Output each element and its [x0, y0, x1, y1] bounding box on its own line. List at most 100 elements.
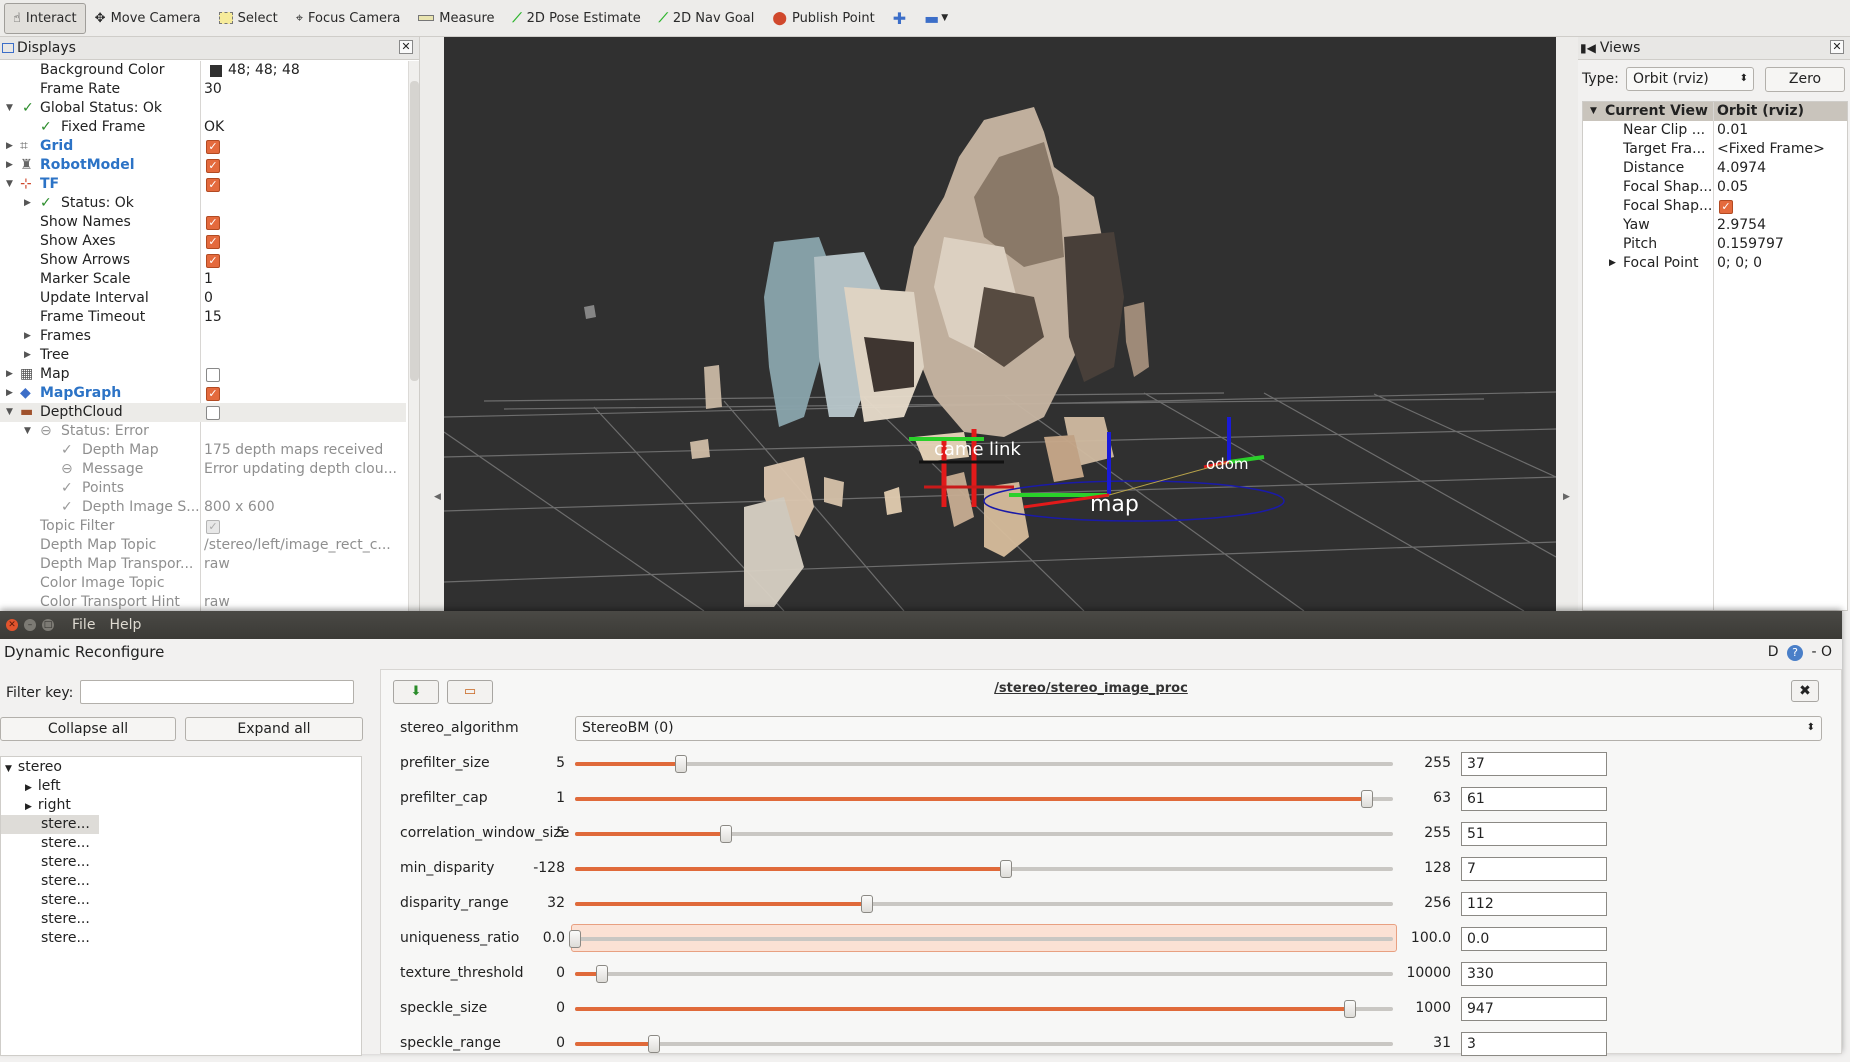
publish-point-tool[interactable]: ⬤ Publish Point [763, 3, 883, 34]
param-slider[interactable] [575, 860, 1393, 878]
tree-item-stereo[interactable]: ▼ stereo [5, 758, 62, 777]
measure-tool[interactable]: Measure [409, 3, 503, 34]
param-value-input[interactable]: 51 [1461, 822, 1607, 846]
grid-enabled-checkbox[interactable]: ✓ [206, 140, 220, 154]
topic-filter-checkbox[interactable]: ✓ [206, 520, 220, 534]
nav-goal-tool[interactable]: ⟋ 2D Nav Goal [650, 3, 764, 34]
close-node-button[interactable]: ✖ [1791, 680, 1819, 702]
current-view-row[interactable]: ▼ Current View Orbit (rviz) [1583, 102, 1847, 121]
display-row-depth-image-size[interactable]: ✓ Depth Image S... 800 x 600 [0, 498, 406, 517]
slider-handle[interactable] [1360, 790, 1373, 808]
tree-item[interactable]: stere... [41, 891, 90, 910]
tf-enabled-checkbox[interactable]: ✓ [206, 178, 220, 192]
display-row-frame-timeout[interactable]: Frame Timeout 15 [0, 308, 406, 327]
prop-row[interactable]: ▶ Focal Point 0; 0; 0 [1583, 254, 1847, 273]
param-value-input[interactable]: 3 [1461, 1032, 1607, 1056]
collapse-arrow-icon[interactable]: ▼ [5, 764, 12, 774]
view-type-select[interactable]: Orbit (rviz) ⬍ [1626, 67, 1754, 91]
collapse-arrow-icon[interactable]: ▼ [1590, 102, 1597, 121]
display-row-tf-status[interactable]: ▶ ✓ Status: Ok [0, 194, 406, 213]
display-row-frames[interactable]: ▶ Frames [0, 327, 406, 346]
display-row-tf[interactable]: ▼ ⊹ TF ✓ [0, 175, 406, 194]
collapse-arrow-icon[interactable]: ▼ [6, 99, 13, 118]
param-value-input[interactable]: 61 [1461, 787, 1607, 811]
render-3d-view[interactable]: came link map odom [444, 37, 1556, 611]
tree-item[interactable]: stere... [41, 929, 90, 948]
slider-handle[interactable] [648, 1035, 661, 1053]
scrollbar-thumb[interactable] [410, 81, 419, 381]
display-row-show-names[interactable]: Show Names ✓ [0, 213, 406, 232]
slider-handle[interactable] [569, 930, 581, 948]
collapse-all-button[interactable]: Collapse all [0, 717, 176, 741]
display-row-grid[interactable]: ▶ ⌗ Grid ✓ [0, 137, 406, 156]
param-slider[interactable] [575, 895, 1393, 913]
display-row-depthcloud[interactable]: ▼ ▬ DepthCloud [0, 403, 406, 422]
display-row-depthcloud-status[interactable]: ▼ ⊖ Status: Error [0, 422, 406, 441]
pose-estimate-tool[interactable]: ⟋ 2D Pose Estimate [504, 3, 650, 34]
prop-row[interactable]: Distance 4.0974 [1583, 159, 1847, 178]
depthcloud-enabled-checkbox[interactable] [206, 406, 220, 420]
param-slider[interactable] [575, 790, 1393, 808]
display-row-update-interval[interactable]: Update Interval 0 [0, 289, 406, 308]
expand-all-button[interactable]: Expand all [185, 717, 363, 741]
help-icon[interactable]: ? [1787, 645, 1804, 661]
show-names-checkbox[interactable]: ✓ [206, 216, 220, 230]
expand-arrow-icon[interactable]: ▶ [24, 346, 31, 365]
display-row-frame-rate[interactable]: Frame Rate 30 [0, 80, 406, 99]
prop-row[interactable]: Target Fra... <Fixed Frame> [1583, 140, 1847, 159]
tree-item[interactable]: stere... [41, 872, 90, 891]
stereo-algorithm-select[interactable]: StereoBM (0) ⬍ [575, 716, 1822, 741]
expand-arrow-icon[interactable]: ▶ [25, 802, 32, 812]
slider-handle[interactable] [675, 755, 688, 773]
param-slider[interactable] [575, 1000, 1393, 1018]
add-tool-button[interactable]: ✚ [884, 3, 915, 34]
filter-key-input[interactable] [80, 680, 354, 704]
robotmodel-enabled-checkbox[interactable]: ✓ [206, 159, 220, 173]
left-splitter[interactable]: ◀ [420, 37, 444, 611]
collapse-right-arrow-icon[interactable]: ▶ [1563, 492, 1570, 502]
show-arrows-checkbox[interactable]: ✓ [206, 254, 220, 268]
right-splitter[interactable]: ▶ [1556, 37, 1580, 611]
expand-arrow-icon[interactable]: ▶ [24, 194, 31, 213]
slider-handle[interactable] [1000, 860, 1013, 878]
prop-row[interactable]: Yaw 2.9754 [1583, 216, 1847, 235]
display-row-show-arrows[interactable]: Show Arrows ✓ [0, 251, 406, 270]
mapgraph-enabled-checkbox[interactable]: ✓ [206, 387, 220, 401]
display-row-message[interactable]: ⊖ Message Error updating depth clou... [0, 460, 406, 479]
window-controls-label[interactable]: - O [1811, 644, 1832, 660]
interact-tool[interactable]: ☝ Interact [4, 2, 86, 34]
display-row-marker-scale[interactable]: Marker Scale 1 [0, 270, 406, 289]
tree-item[interactable]: stere... [41, 910, 90, 929]
tree-item-left[interactable]: ▶ left [25, 777, 61, 796]
expand-arrow-icon[interactable]: ▶ [6, 156, 13, 175]
display-row-color-transport-hint[interactable]: Color Transport Hint raw [0, 593, 406, 611]
select-tool[interactable]: Select [210, 3, 287, 34]
expand-arrow-icon[interactable]: ▶ [24, 327, 31, 346]
zero-button[interactable]: Zero [1765, 67, 1845, 92]
close-window-icon[interactable]: ✕ [6, 619, 18, 631]
display-row-tree[interactable]: ▶ Tree [0, 346, 406, 365]
display-row-points[interactable]: ✓ Points [0, 479, 406, 498]
minimize-window-icon[interactable]: – [24, 619, 36, 631]
display-row-depth-map[interactable]: ✓ Depth Map 175 depth maps received [0, 441, 406, 460]
display-row-depth-map-transport[interactable]: Depth Map Transpor... raw [0, 555, 406, 574]
param-value-input[interactable]: 947 [1461, 997, 1607, 1021]
remove-tool-button[interactable]: ▬ ▼ [915, 3, 957, 34]
slider-handle[interactable] [595, 965, 608, 983]
close-icon[interactable]: ✕ [399, 40, 413, 54]
slider-handle[interactable] [1343, 1000, 1356, 1018]
collapse-left-arrow-icon[interactable]: ◀ [434, 492, 441, 502]
move-camera-tool[interactable]: ✥ Move Camera [86, 3, 210, 34]
prop-row[interactable]: Pitch 0.159797 [1583, 235, 1847, 254]
collapse-arrow-icon[interactable]: ▼ [6, 175, 13, 194]
slider-handle[interactable] [719, 825, 732, 843]
tree-item[interactable]: stere... [41, 853, 90, 872]
dock-label[interactable]: D [1768, 644, 1779, 660]
display-row-map[interactable]: ▶ ▦ Map [0, 365, 406, 384]
menu-file[interactable]: File [72, 617, 95, 633]
param-value-input[interactable]: 112 [1461, 892, 1607, 916]
tree-item-right[interactable]: ▶ right [25, 796, 71, 815]
param-value-input[interactable]: 37 [1461, 752, 1607, 776]
param-value-input[interactable]: 7 [1461, 857, 1607, 881]
expand-arrow-icon[interactable]: ▶ [6, 137, 13, 156]
